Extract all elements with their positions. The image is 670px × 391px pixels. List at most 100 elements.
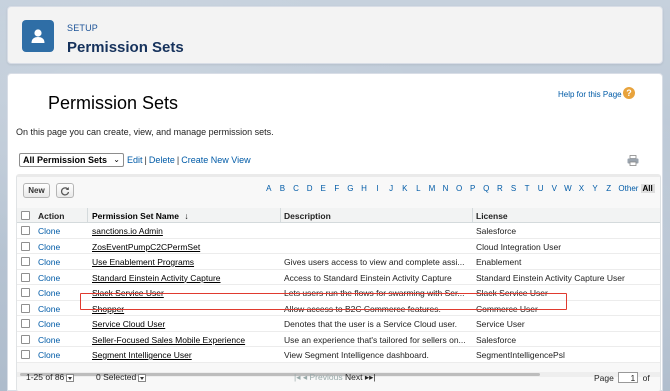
header-description[interactable]: Description [284, 211, 470, 221]
row-checkbox[interactable] [21, 334, 30, 344]
edit-view-link[interactable]: Edit [127, 155, 143, 165]
permission-set-link[interactable]: Shopper [92, 304, 124, 314]
alpha-filter-g[interactable]: G [344, 184, 358, 193]
main-content: Permission Sets Help for this Page ? On … [7, 73, 663, 391]
page-number-input[interactable]: 1 [618, 372, 639, 383]
permission-set-description: Access to Standard Einstein Activity Cap… [284, 272, 452, 283]
alpha-filter-j[interactable]: J [384, 184, 398, 193]
row-checkbox[interactable] [21, 319, 30, 328]
selected-count[interactable]: 0 Selected [96, 372, 147, 382]
permission-set-link[interactable]: Service Cloud User [92, 319, 165, 329]
alpha-filter-y[interactable]: Y [588, 184, 602, 193]
alpha-filter-l[interactable]: L [412, 184, 426, 193]
clone-link[interactable]: Clone [38, 335, 60, 345]
table-row: Clone Standard Einstein Activity Capture A… [17, 269, 660, 285]
alpha-filter-i[interactable]: I [371, 184, 385, 193]
page-label: Page [594, 373, 614, 383]
alpha-filter-b[interactable]: B [276, 184, 290, 193]
print-icon[interactable] [627, 155, 639, 166]
first-page-icon: |◂ [294, 372, 301, 382]
alpha-filter-k[interactable]: K [398, 184, 412, 193]
alpha-filter-t[interactable]: T [520, 184, 534, 193]
row-checkbox[interactable] [21, 288, 30, 297]
refresh-button[interactable] [56, 183, 74, 198]
alpha-filter-all[interactable]: All [641, 184, 656, 193]
record-range[interactable]: 1-25 of 86 [26, 372, 75, 382]
user-icon [22, 20, 54, 52]
row-checkbox[interactable] [21, 350, 30, 359]
header-name[interactable]: Permission Set Name ↓ [92, 211, 189, 221]
permission-set-link[interactable]: Slack Service User [92, 288, 164, 298]
chevron-down-icon[interactable] [138, 373, 147, 382]
clone-link[interactable]: Clone [38, 242, 60, 252]
sort-arrow-icon: ↓ [184, 211, 189, 221]
clone-link[interactable]: Clone [38, 273, 60, 283]
row-checkbox[interactable] [21, 241, 30, 251]
permission-set-license: Commerce User [476, 303, 538, 314]
row-checkbox[interactable] [21, 257, 30, 266]
alpha-filter-w[interactable]: W [561, 184, 575, 193]
alpha-filter-n[interactable]: N [439, 184, 453, 193]
permission-set-link[interactable]: Seller-Focused Sales Mobile Experience [92, 335, 245, 345]
next-link[interactable]: Next [345, 372, 362, 382]
alpha-filter-u[interactable]: U [534, 184, 548, 193]
permission-set-link[interactable]: sanctions.io Admin [92, 226, 163, 236]
permission-set-link[interactable]: Use Enablement Programs [92, 257, 194, 267]
clone-link[interactable]: Clone [38, 350, 60, 360]
alpha-filter-f[interactable]: F [330, 184, 344, 193]
alpha-filter-o[interactable]: O [452, 184, 466, 193]
permission-set-description: Use an experience that's tailored for se… [284, 334, 466, 345]
permission-set-link[interactable]: Standard Einstein Activity Capture [92, 273, 221, 283]
alpha-filter-d[interactable]: D [303, 184, 317, 193]
view-select[interactable]: All Permission Sets ⌄ [19, 153, 124, 167]
previous-link: Previous [309, 372, 343, 382]
clone-link[interactable]: Clone [38, 319, 60, 329]
alpha-filter-v[interactable]: V [547, 184, 561, 193]
delete-view-link[interactable]: Delete [149, 155, 175, 165]
alpha-filter-p[interactable]: P [466, 184, 480, 193]
permission-set-link[interactable]: ZosEventPumpC2CPermSet [92, 242, 200, 252]
header-name-label: Permission Set Name [92, 211, 179, 221]
alpha-filter-q[interactable]: Q [480, 184, 494, 193]
new-button[interactable]: New [23, 183, 50, 198]
create-view-link[interactable]: Create New View [181, 155, 250, 165]
alpha-filter-e[interactable]: E [316, 184, 330, 193]
clone-link[interactable]: Clone [38, 288, 60, 298]
column-divider [87, 208, 88, 223]
row-checkbox[interactable] [21, 303, 30, 313]
alpha-filter-m[interactable]: M [425, 184, 439, 193]
alpha-filter-x[interactable]: X [575, 184, 589, 193]
alpha-filter-a[interactable]: A [262, 184, 276, 193]
row-checkbox[interactable] [21, 272, 30, 282]
header-title: Permission Sets [67, 39, 184, 56]
select-all-checkbox[interactable] [21, 211, 30, 220]
chevron-down-icon[interactable] [66, 373, 75, 382]
last-page-icon[interactable]: ▸| [369, 372, 375, 382]
alpha-filter-r[interactable]: R [493, 184, 507, 193]
row-checkbox[interactable] [21, 226, 30, 235]
clone-link[interactable]: Clone [38, 304, 60, 314]
alpha-filter-z[interactable]: Z [602, 184, 616, 193]
page-of-label: of [642, 373, 650, 383]
clone-link[interactable]: Clone [38, 226, 60, 236]
table-row: Clone ZosEventPumpC2CPermSet Cloud Integra… [17, 238, 660, 254]
alpha-filter-h[interactable]: H [357, 184, 371, 193]
alpha-filter-s[interactable]: S [507, 184, 521, 193]
permission-set-license: Service User [476, 319, 525, 329]
help-link[interactable]: Help for this Page [558, 90, 622, 99]
header-action: Action [38, 211, 65, 221]
permission-set-license: Salesforce [476, 226, 517, 236]
table-row: Clone Service Cloud User Denotes that the … [17, 316, 660, 332]
permission-set-description: Lets users run the flows for swarming wi… [284, 288, 465, 298]
alpha-filter-c[interactable]: C [289, 184, 303, 193]
help-icon[interactable]: ? [623, 87, 635, 99]
view-links: Edit | Delete | Create New View [127, 155, 251, 165]
table-row: Clone sanctions.io Admin Salesforce [17, 223, 660, 239]
list-footer: 1-25 of 86 0 Selected |◂ ◂ Previous Next… [16, 367, 661, 387]
header-license[interactable]: License [476, 211, 508, 221]
permission-set-link[interactable]: Segment Intelligence User [92, 350, 192, 360]
previous-icon: ◂ [302, 372, 308, 382]
permission-set-description: Denotes that the user is a Service Cloud… [284, 319, 457, 329]
clone-link[interactable]: Clone [38, 257, 60, 267]
alpha-filter-other[interactable]: Other [615, 184, 641, 193]
